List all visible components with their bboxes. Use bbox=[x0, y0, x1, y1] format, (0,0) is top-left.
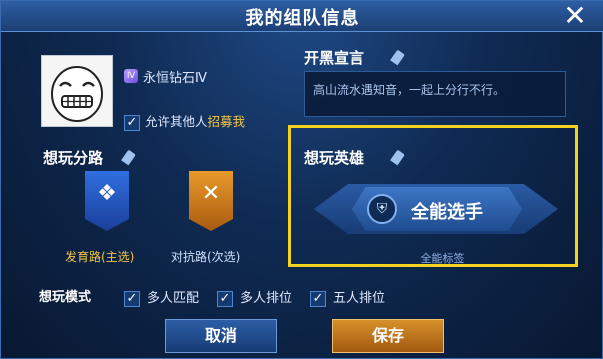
avatar[interactable] bbox=[41, 55, 113, 127]
close-icon[interactable]: ✕ bbox=[562, 2, 588, 30]
mode-multi-match[interactable]: ✓ 多人匹配 bbox=[124, 287, 199, 307]
route-clash[interactable]: ✕ bbox=[181, 171, 241, 241]
mode-checkbox[interactable]: ✓ bbox=[124, 290, 140, 307]
route-title: 想玩分路 bbox=[43, 149, 104, 167]
rank-text: 永恒钻石Ⅳ bbox=[143, 71, 207, 86]
mode-multi-rank[interactable]: ✓ 多人排位 bbox=[217, 287, 292, 307]
dialog-titlebar: 我的组队信息 ✕ bbox=[1, 1, 603, 32]
mode-label: 多人排位 bbox=[240, 291, 293, 306]
allow-recruit-checkbox[interactable]: ✓ bbox=[124, 114, 140, 131]
crossed-swords-icon: ✕ bbox=[201, 181, 221, 206]
declaration-title: 开黑宣言 bbox=[304, 49, 365, 67]
declaration-text-box[interactable]: 高山流水遇知音，一起上分行不行。 bbox=[304, 71, 566, 117]
sword-rune-icon: ❖ bbox=[97, 181, 117, 206]
edit-declaration-icon[interactable] bbox=[390, 49, 405, 66]
allow-recruit-label: 允许其他人 bbox=[145, 114, 208, 129]
meme-face-image bbox=[51, 66, 103, 122]
edit-route-icon[interactable] bbox=[121, 149, 136, 166]
team-info-dialog: 我的组队信息 ✕ Ⅳ 永恒钻石Ⅳ ✓ 允许其他人招募我 开黑宣言 高山流水遇知音，… bbox=[0, 0, 603, 359]
allow-recruit-highlight: 招募我 bbox=[207, 114, 246, 129]
declaration-text: 高山流水遇知音，一起上分行不行。 bbox=[313, 83, 506, 97]
mode-five-rank[interactable]: ✓ 五人排位 bbox=[310, 287, 385, 307]
save-button[interactable]: 保存 bbox=[332, 319, 444, 353]
mode-label: 五人排位 bbox=[333, 291, 386, 306]
dialog-title: 我的组队信息 bbox=[245, 8, 360, 29]
route-marksman[interactable]: ❖ bbox=[77, 171, 137, 241]
modes-title: 想玩模式 bbox=[39, 290, 92, 305]
cancel-button[interactable]: 取消 bbox=[165, 319, 277, 353]
mode-label: 多人匹配 bbox=[147, 291, 200, 306]
allow-recruit-option[interactable]: ✓ 允许其他人招募我 bbox=[124, 111, 245, 131]
rank-badge-icon: Ⅳ bbox=[124, 69, 138, 83]
mode-checkbox[interactable]: ✓ bbox=[310, 290, 326, 307]
highlight-frame bbox=[288, 125, 578, 267]
mode-checkbox[interactable]: ✓ bbox=[217, 290, 233, 307]
